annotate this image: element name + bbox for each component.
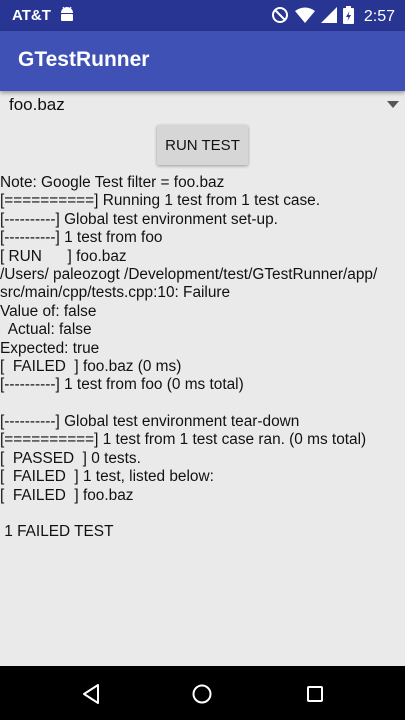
recents-icon[interactable]: [300, 679, 330, 709]
test-output: Note: Google Test filter = foo.baz [=====…: [0, 174, 405, 542]
battery-icon: [342, 6, 354, 28]
output-line: [ PASSED ] 0 tests.: [0, 449, 141, 467]
output-line: Value of: false: [0, 302, 97, 320]
output-line: Note: Google Test filter = foo.baz: [0, 174, 225, 191]
dropdown-arrow-icon: [387, 101, 399, 108]
app-bar: GTestRunner: [0, 31, 405, 91]
clock: 2:57: [363, 8, 395, 25]
do-not-disturb-icon: [271, 6, 289, 28]
output-line: [ FAILED ] foo.baz: [0, 486, 134, 504]
navigation-bar: [0, 666, 405, 720]
output-line: [----------] 1 test from foo: [0, 229, 163, 247]
status-icons: 2:57: [271, 6, 395, 28]
output-line: Expected: true: [0, 339, 100, 357]
output-line: [==========] 1 test from 1 test case ran…: [0, 431, 367, 449]
output-line: [ RUN ] foo.baz: [0, 247, 127, 265]
status-bar: AT&T 2:57: [0, 0, 405, 31]
app-title: GTestRunner: [18, 48, 150, 71]
output-line: [----------] Global test environment set…: [0, 210, 278, 228]
output-line: [ FAILED ] 1 test, listed below:: [0, 468, 214, 486]
home-icon[interactable]: [187, 679, 217, 709]
android-icon: [58, 5, 76, 27]
output-line: [ FAILED ] foo.baz (0 ms): [0, 357, 182, 375]
test-filter-spinner[interactable]: foo.baz: [0, 91, 405, 119]
signal-icon: [320, 7, 337, 27]
carrier-label: AT&T: [12, 7, 51, 24]
output-line: [==========] Running 1 test from 1 test …: [0, 192, 320, 210]
output-line: Actual: false: [0, 321, 92, 339]
output-line: [----------] Global test environment tea…: [0, 413, 300, 431]
spinner-selected-value: foo.baz: [9, 95, 65, 114]
output-line: /Users/ paleozogt /Development/test/GTes…: [0, 265, 378, 283]
output-line: [----------] 1 test from foo (0 ms total…: [0, 376, 244, 394]
run-test-button[interactable]: RUN TEST: [157, 125, 248, 165]
wifi-icon: [294, 7, 315, 27]
back-icon[interactable]: [76, 679, 106, 709]
output-line: src/main/cpp/tests.cpp:10: Failure: [0, 284, 231, 302]
output-line: 1 FAILED TEST: [0, 523, 114, 541]
